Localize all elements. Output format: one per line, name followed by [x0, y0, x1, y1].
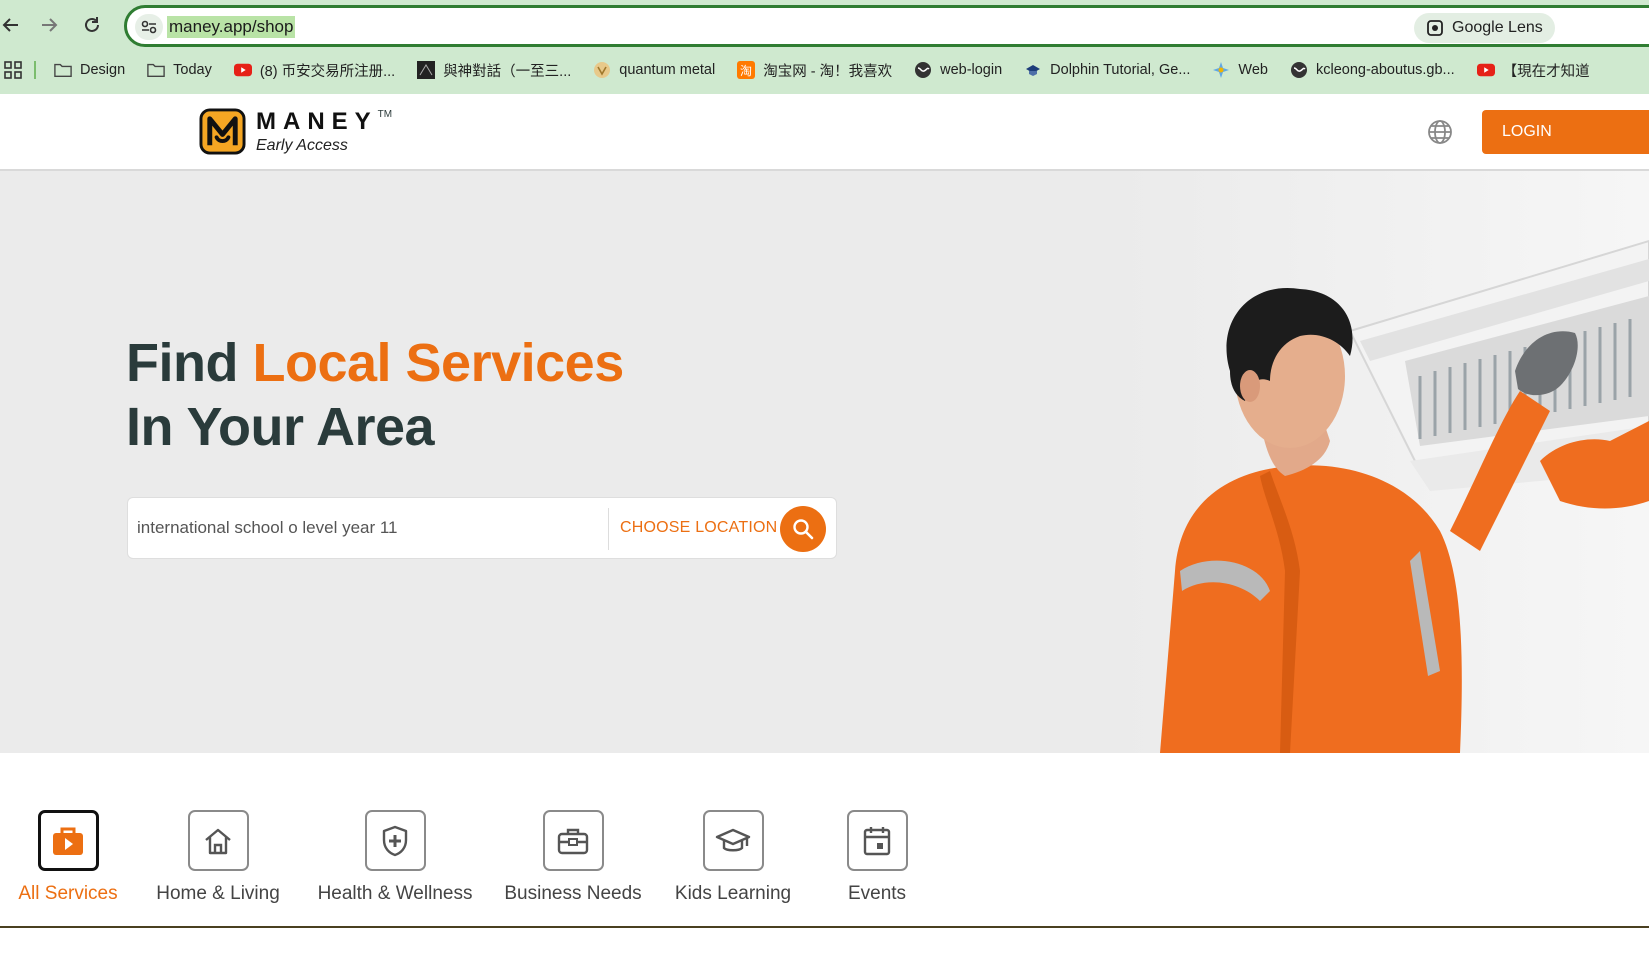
tune-icon [141, 20, 157, 34]
bookmark-kcleong[interactable]: kcleong-aboutus.gb... [1290, 62, 1455, 78]
bookmark-design[interactable]: Design [54, 62, 125, 78]
bookmark-binance[interactable]: (8) 币安交易所注册... [233, 60, 396, 81]
headline-line2: In Your Area [126, 397, 435, 457]
svg-text:淘: 淘 [740, 64, 752, 78]
headline-accent: Local Services [252, 333, 624, 393]
bookmarks-bar: Design Today (8) 币安交易所注册... 與神對話（一至三... … [0, 55, 1649, 85]
site-icon [1212, 62, 1230, 78]
folder-icon [147, 62, 165, 78]
category-business-needs[interactable]: Business Needs [504, 810, 642, 905]
search-bar: CHOOSE LOCATION [127, 497, 837, 559]
brand-subtitle: Early Access [256, 136, 348, 154]
brand-name: MANEY [256, 107, 378, 135]
bookmark-label: Today [173, 62, 212, 78]
folder-icon [54, 62, 72, 78]
category-icon-box [846, 810, 908, 871]
back-button[interactable] [0, 10, 26, 40]
youtube-icon [1476, 62, 1495, 78]
bookmark-label: 與神對話（一至三... [443, 63, 572, 80]
category-label: All Services [18, 883, 118, 904]
google-lens-button[interactable]: Google Lens [1414, 13, 1555, 43]
category-events[interactable]: Events [826, 810, 928, 905]
maney-logo-icon [199, 108, 246, 155]
choose-location-button[interactable]: CHOOSE LOCATION [620, 519, 777, 537]
bookmark-web-login[interactable]: web-login [914, 62, 1002, 78]
bookmark-label: Dolphin Tutorial, Ge... [1050, 62, 1191, 78]
category-icon-box [702, 810, 764, 871]
bookmark-label: 【現在才知道 [1502, 63, 1590, 80]
technician-hero-image [1120, 171, 1649, 753]
google-lens-label: Google Lens [1452, 19, 1543, 36]
bookmark-web[interactable]: Web [1212, 62, 1268, 78]
briefcase-play-icon [53, 827, 83, 855]
category-icon-box [542, 810, 604, 871]
bookmark-label: Design [80, 62, 126, 78]
bookmark-dolphin[interactable]: Dolphin Tutorial, Ge... [1024, 62, 1190, 78]
category-label: Events [847, 883, 907, 904]
brand-logo[interactable]: MANEYTM Early Access [199, 108, 392, 155]
language-globe-icon[interactable] [1426, 118, 1454, 146]
category-label: Home & Living [156, 883, 280, 904]
site-icon [593, 62, 611, 78]
lens-icon [1427, 20, 1443, 36]
bookmark-quantum-metal[interactable]: quantum metal [593, 62, 715, 78]
bookmark-label: kcleong-aboutus.gb... [1315, 62, 1455, 78]
bookmark-label: 淘宝网 - 淘！我喜欢 [763, 63, 893, 80]
calendar-icon [863, 826, 891, 855]
brand-tm: TM [377, 108, 393, 120]
bookmark-label: quantum metal [619, 62, 716, 78]
category-label: Health & Wellness [317, 883, 473, 904]
headline-find: Find [126, 333, 238, 393]
category-home-living[interactable]: Home & Living [155, 810, 281, 905]
bookmark-label: Web [1238, 62, 1268, 78]
bookmark-label: (8) 币安交易所注册... [259, 63, 396, 80]
site-header: MANEYTM Early Access LOGIN [0, 94, 1649, 171]
category-kids-learning[interactable]: Kids Learning [675, 810, 791, 905]
url-text[interactable]: maney.app/shop [167, 16, 296, 38]
site-icon [1024, 62, 1042, 78]
category-icon-box [364, 810, 426, 871]
forward-button[interactable] [34, 10, 64, 40]
bookmark-youtube-2[interactable]: 【現在才知道 [1476, 60, 1590, 81]
category-all-services[interactable]: All Services [18, 810, 118, 905]
category-icon-box [37, 810, 99, 871]
reload-icon [85, 17, 99, 32]
graduation-cap-icon [715, 828, 751, 851]
bookmark-label: web-login [940, 62, 1003, 78]
search-input[interactable] [137, 512, 597, 544]
arrow-right-icon [42, 18, 58, 32]
browser-chrome: maney.app/shop Google Lens Design Today … [0, 0, 1649, 94]
site-icon [417, 61, 436, 79]
globe-icon [914, 62, 932, 78]
category-label: Business Needs [504, 883, 642, 904]
address-bar[interactable]: maney.app/shop Google Lens [124, 5, 1649, 47]
hero-headline: Find Local Services In Your Area [126, 331, 624, 459]
bookmarks-separator [34, 61, 36, 79]
taobao-icon: 淘 [737, 61, 756, 79]
category-label: Kids Learning [674, 883, 792, 904]
house-icon [205, 828, 231, 854]
toolbox-icon [557, 828, 589, 854]
youtube-icon [233, 62, 252, 78]
category-icon-box [187, 810, 249, 871]
hero-section: Find Local Services In Your Area CHOOSE … [0, 171, 1649, 753]
site-info-button[interactable] [135, 14, 163, 40]
shield-plus-icon [382, 825, 408, 856]
login-button[interactable]: LOGIN [1482, 110, 1649, 154]
search-divider [608, 508, 609, 550]
reload-button[interactable] [77, 10, 107, 40]
bookmark-today[interactable]: Today [147, 62, 212, 78]
search-icon [793, 519, 814, 540]
globe-icon [1290, 62, 1308, 78]
search-button[interactable] [780, 506, 826, 552]
apps-grid-icon[interactable] [4, 61, 22, 79]
bookmark-conversations[interactable]: 與神對話（一至三... [417, 60, 571, 81]
arrow-left-icon [2, 18, 18, 32]
category-health-wellness[interactable]: Health & Wellness [318, 810, 472, 905]
bookmark-taobao[interactable]: 淘 淘宝网 - 淘！我喜欢 [737, 60, 892, 81]
category-bar: All Services Home & Living Health & Well… [0, 753, 1649, 928]
